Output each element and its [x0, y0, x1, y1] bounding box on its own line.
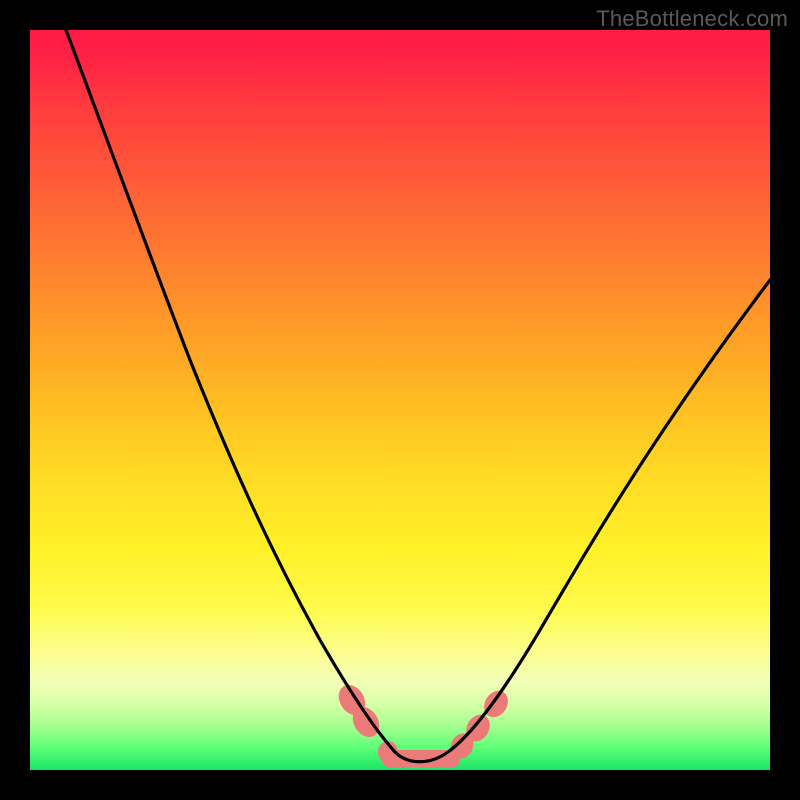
bottleneck-curve	[66, 30, 770, 762]
highlight-blobs	[333, 680, 512, 768]
curve-overlay	[30, 30, 770, 770]
chart-frame: TheBottleneck.com	[0, 0, 800, 800]
plot-area	[30, 30, 770, 770]
watermark-text: TheBottleneck.com	[596, 6, 788, 32]
